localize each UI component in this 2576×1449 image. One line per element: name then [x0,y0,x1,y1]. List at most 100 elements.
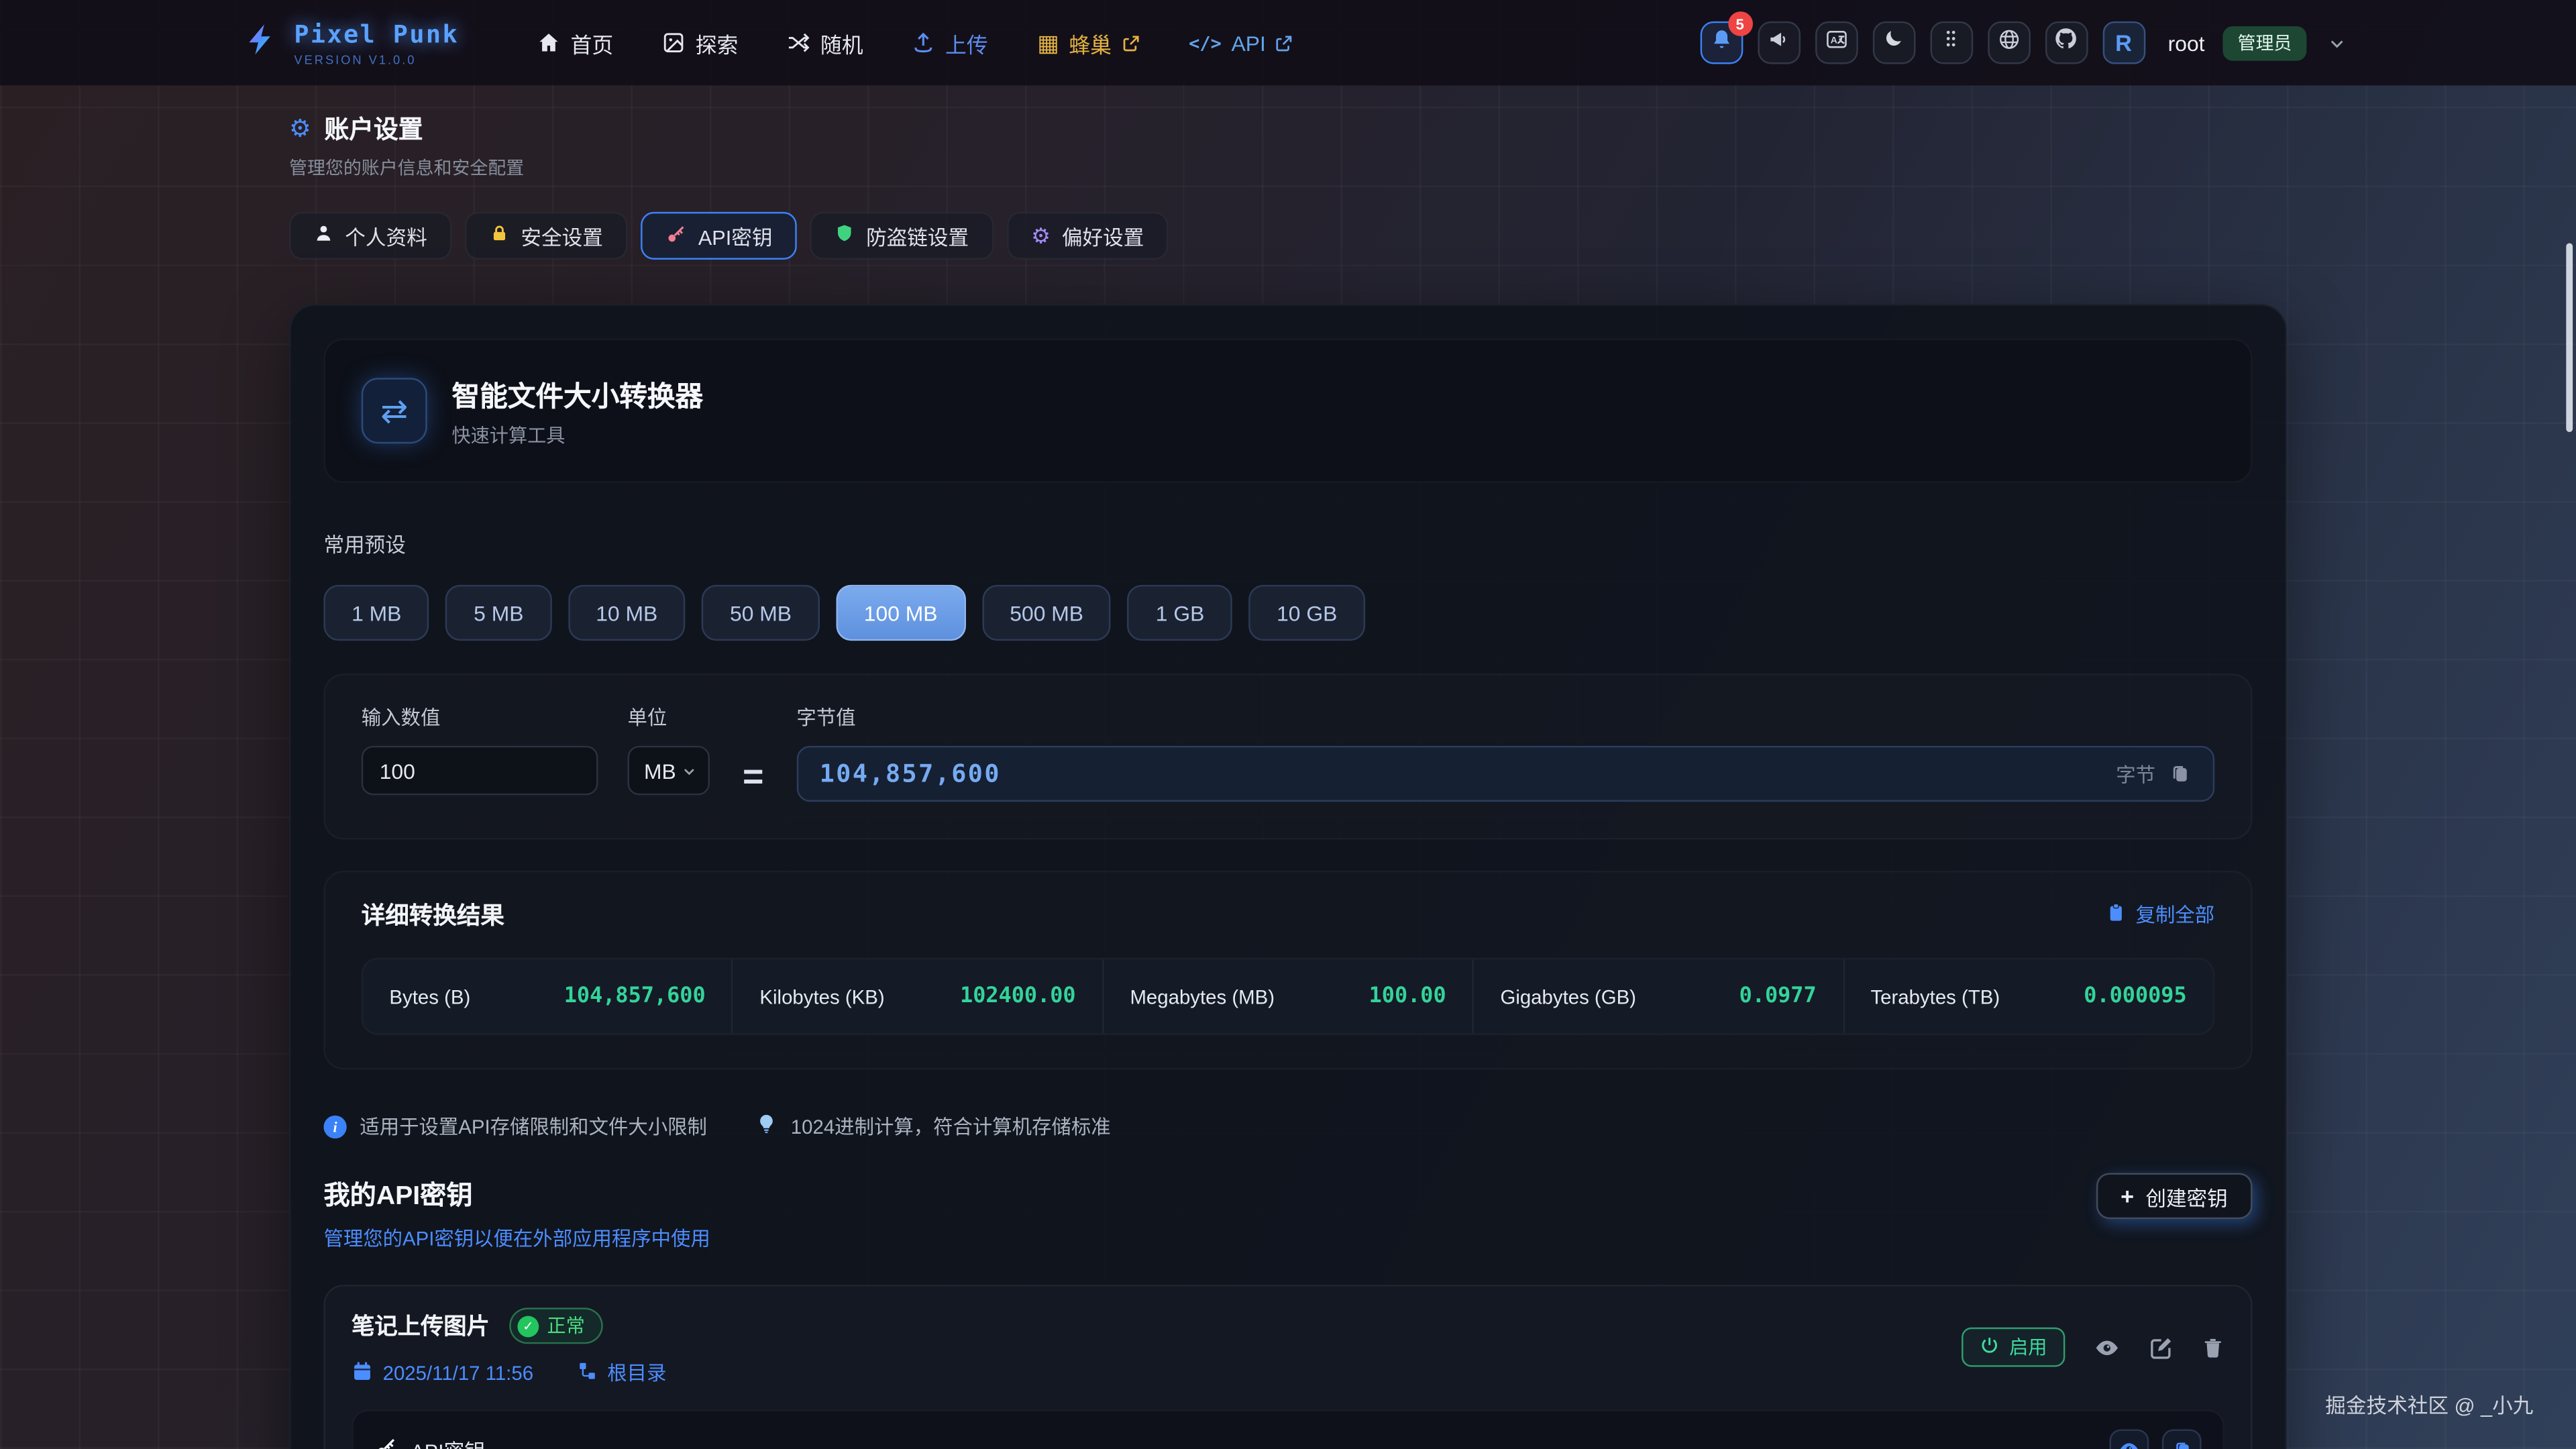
directory-label: 根目录 [607,1358,666,1387]
directory-link[interactable]: 根目录 [576,1358,667,1387]
chevron-down-icon [682,758,696,783]
nav-label: 随机 [820,27,863,58]
code-icon: </> [1189,32,1222,54]
nav-api[interactable]: </> API [1189,30,1293,55]
tab-api-keys[interactable]: API密钥 [641,212,797,260]
unit-value: MB [644,758,676,783]
create-key-button[interactable]: + 创建密钥 [2096,1173,2252,1220]
nav-explore[interactable]: 探索 [663,27,739,58]
page-header: ⚙ 账户设置 [289,112,2287,146]
globe-button[interactable] [1987,21,2030,64]
api-key-label: API密钥 [411,1434,485,1449]
translate-icon: A [1825,27,1847,58]
result-value: 0.000095 [2084,984,2186,1009]
preset-buttons: 1 MB 5 MB 10 MB 50 MB 100 MB 500 MB 1 GB… [323,585,2252,641]
results-panel: 详细转换结果 复制全部 Bytes (B) 104,857,600 Kiloby… [323,871,2252,1069]
clipboard-icon [2106,901,2126,927]
view-icon[interactable] [2093,1335,2121,1360]
folder-tree-icon [576,1360,598,1386]
copy-all-button[interactable]: 复制全部 [2106,900,2215,928]
value-input[interactable] [362,746,598,795]
status-badge: ✓ 正常 [509,1307,603,1344]
bytes-label: 字节值 [796,703,2214,731]
nav-label: 上传 [945,27,988,58]
nav-hive[interactable]: ▦ 蜂巢 [1037,27,1139,58]
result-label: Gigabytes (GB) [1500,985,1636,1008]
github-button[interactable] [2045,21,2088,64]
result-label: Megabytes (MB) [1130,985,1275,1008]
preset-5mb[interactable]: 5 MB [446,585,552,641]
result-value: 0.0977 [1739,984,1817,1009]
power-icon [1980,1335,1999,1360]
preset-50mb[interactable]: 50 MB [702,585,819,641]
apps-button[interactable] [1930,21,1973,64]
main-nav: 首页 探索 随机 上传 ▦ 蜂巢 </> API [538,27,1294,58]
preset-10gb[interactable]: 10 GB [1248,585,1365,641]
megaphone-icon [1767,27,1790,58]
notifications-button[interactable]: 5 [1700,21,1743,64]
gear-icon: ⚙ [289,117,311,142]
preset-100mb[interactable]: 100 MB [836,585,965,641]
key-name: 笔记上传图片 [352,1309,490,1342]
app-version: VERSION V1.0.0 [294,52,459,66]
settings-tabs: 个人资料 安全设置 API密钥 防盗链设置 ⚙ 偏好设置 [289,212,2287,260]
page-title: 账户设置 [325,112,423,146]
delete-icon[interactable] [2202,1335,2224,1360]
lock-icon [490,223,509,248]
tab-security[interactable]: 安全设置 [465,212,627,260]
announcements-button[interactable] [1757,21,1800,64]
nav-upload[interactable]: 上传 [912,27,988,58]
copy-key-button[interactable] [2162,1430,2202,1449]
dark-mode-button[interactable] [1872,21,1915,64]
lightning-icon [243,21,279,65]
top-navbar: Pixel Punk VERSION V1.0.0 首页 探索 随机 上传 [0,0,2576,85]
person-icon [314,223,333,248]
tip-note: 1024进制计算，符合计算机存储标准 [756,1112,1110,1140]
plus-icon: + [2121,1183,2134,1209]
preset-10mb[interactable]: 10 MB [568,585,686,641]
converter-subtitle: 快速计算工具 [451,422,703,448]
result-megabytes: Megabytes (MB) 100.00 [1102,959,1472,1033]
chevron-down-icon[interactable] [2328,34,2346,52]
calendar-icon [352,1360,373,1386]
copy-icon[interactable] [2169,762,2192,785]
result-label: Kilobytes (KB) [759,985,884,1008]
reveal-key-button[interactable] [2109,1430,2149,1449]
bytes-result-box: 104,857,600 字节 [796,746,2214,802]
nav-home[interactable]: 首页 [538,27,614,58]
tab-profile[interactable]: 个人资料 [289,212,451,260]
tab-hotlink[interactable]: 防盗链设置 [810,212,994,260]
tip-note-text: 1024进制计算，符合计算机存储标准 [791,1112,1111,1140]
external-link-icon [1122,34,1140,52]
key-actions: 启用 [1962,1307,2224,1387]
header-actions: 5 A R root 管理员 [1700,21,2346,64]
preset-500mb[interactable]: 500 MB [982,585,1112,641]
equals-sign: = [739,753,767,802]
api-key-section: API密钥 p1ms4sOP************************** [352,1409,2224,1449]
tab-preferences[interactable]: ⚙ 偏好设置 [1006,212,1169,260]
edit-icon[interactable] [2149,1335,2174,1360]
created-date-text: 2025/11/17 11:56 [383,1361,533,1384]
tab-label: 个人资料 [345,220,427,252]
result-bytes: Bytes (B) 104,857,600 [363,959,732,1033]
result-gigabytes: Gigabytes (GB) 0.0977 [1472,959,1843,1033]
copy-all-label: 复制全部 [2136,900,2215,928]
preset-1gb[interactable]: 1 GB [1128,585,1232,641]
nav-random[interactable]: 随机 [788,27,863,58]
scrollbar-thumb[interactable] [2566,243,2573,432]
grid-dots-icon [1940,28,1962,58]
lightbulb-icon [756,1112,777,1140]
unit-select[interactable]: MB [628,746,710,795]
bytes-value: 104,857,600 [820,759,1001,788]
nav-label: 蜂巢 [1069,27,1112,58]
preset-1mb[interactable]: 1 MB [323,585,429,641]
logo[interactable]: Pixel Punk VERSION V1.0.0 [243,19,459,66]
moon-icon [1883,28,1904,58]
key-icon [374,1435,397,1449]
result-value: 104,857,600 [564,984,706,1009]
tab-label: API密钥 [698,220,773,252]
enable-button[interactable]: 启用 [1962,1328,2065,1367]
results-title: 详细转换结果 [362,897,504,931]
avatar[interactable]: R [2102,21,2145,64]
language-button[interactable]: A [1815,21,1858,64]
